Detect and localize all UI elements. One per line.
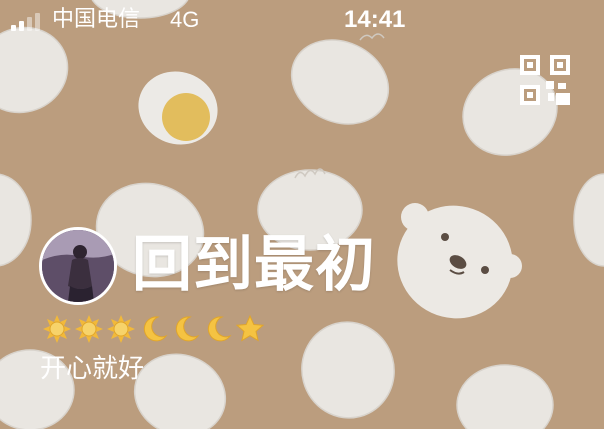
status-bar: 中国电信 4G 14:41 <box>0 0 604 42</box>
signature: 开心就好 <box>40 354 145 384</box>
moon-icon <box>175 316 200 342</box>
sun-icon <box>75 315 103 343</box>
avatar-photo <box>42 230 114 302</box>
moon-icon <box>143 316 168 342</box>
star-icon <box>235 314 265 342</box>
avatar[interactable] <box>39 227 117 305</box>
sun-icon <box>107 315 135 343</box>
qr-code-icon <box>520 55 570 105</box>
level-badges[interactable] <box>42 314 272 346</box>
carrier-label: 中国电信 <box>52 7 141 32</box>
qr-code-button[interactable] <box>520 55 570 105</box>
signal-icon <box>11 11 45 31</box>
sun-icon <box>43 315 71 343</box>
clock: 14:41 <box>344 6 406 33</box>
moon-icon <box>207 316 232 342</box>
nickname: 回到最初 <box>132 230 376 300</box>
network-type: 4G <box>170 7 200 32</box>
